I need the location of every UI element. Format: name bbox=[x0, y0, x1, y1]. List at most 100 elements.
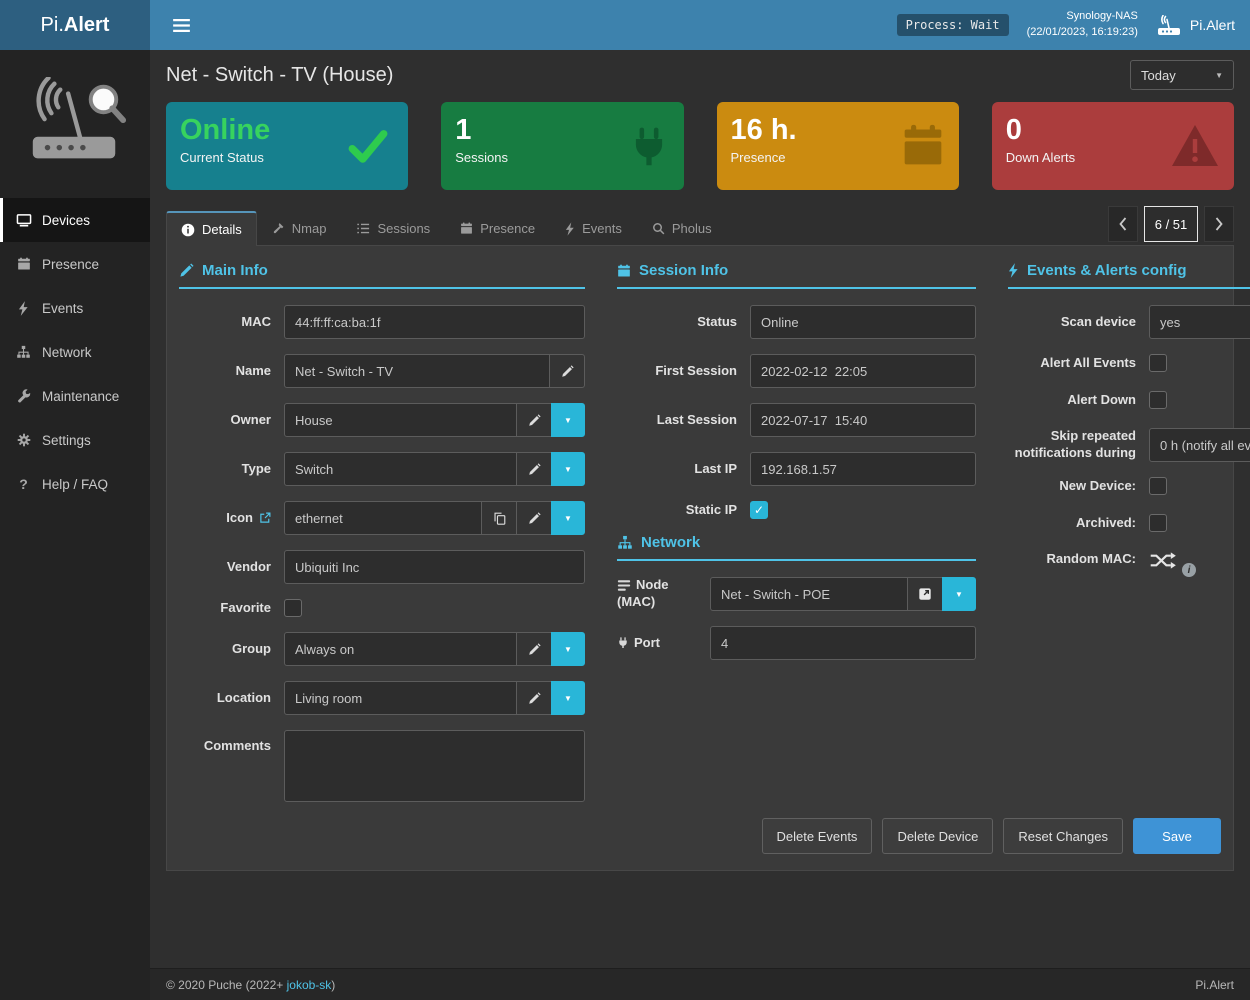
tab-label: Pholus bbox=[672, 221, 712, 236]
tab-nmap[interactable]: Nmap bbox=[257, 211, 342, 245]
save-button[interactable]: Save bbox=[1133, 818, 1221, 854]
tab-details[interactable]: Details bbox=[166, 211, 257, 246]
archived-checkbox[interactable]: ✓ bbox=[1149, 514, 1167, 532]
tab-label: Details bbox=[202, 222, 242, 237]
sidebar-toggle-button[interactable] bbox=[165, 13, 198, 38]
sidebar-item-events[interactable]: Events bbox=[0, 286, 150, 330]
field-row-archived: Archived: ✓ bbox=[1008, 514, 1250, 532]
field-row-icon: Icon bbox=[179, 501, 585, 535]
plug-icon bbox=[628, 123, 670, 169]
scan-device-select[interactable]: yes bbox=[1149, 305, 1250, 339]
field-row-alert-all: Alert All Events ✓ bbox=[1008, 354, 1250, 372]
gear-icon bbox=[15, 433, 32, 447]
node-input[interactable] bbox=[710, 577, 908, 611]
sitemap-icon bbox=[15, 345, 32, 359]
type-edit-button[interactable] bbox=[516, 452, 552, 486]
name-edit-button[interactable] bbox=[549, 354, 585, 388]
calendar-icon bbox=[15, 257, 32, 271]
tab-presence[interactable]: Presence bbox=[445, 211, 550, 245]
chevron-down-icon: ▼ bbox=[564, 465, 572, 474]
prev-device-button[interactable] bbox=[1108, 206, 1138, 242]
group-input[interactable] bbox=[284, 632, 517, 666]
static-ip-checkbox[interactable]: ✓ bbox=[750, 501, 768, 519]
reset-changes-button[interactable]: Reset Changes bbox=[1003, 818, 1123, 854]
mac-input[interactable] bbox=[284, 305, 585, 339]
sidebar-item-help[interactable]: ? Help / FAQ bbox=[0, 462, 150, 506]
card-presence[interactable]: 16 h. Presence bbox=[717, 102, 959, 190]
type-input[interactable] bbox=[284, 452, 517, 486]
last-session-input[interactable] bbox=[750, 403, 976, 437]
info-icon[interactable]: i bbox=[1182, 563, 1196, 577]
field-row-location: Location ▼ bbox=[179, 681, 585, 715]
pencil-icon bbox=[528, 512, 541, 525]
card-down-alerts[interactable]: 0 Down Alerts bbox=[992, 102, 1234, 190]
status-input[interactable] bbox=[750, 305, 976, 339]
node-dropdown-button[interactable]: ▼ bbox=[942, 577, 976, 611]
comments-textarea[interactable] bbox=[284, 730, 585, 802]
copyright-suffix: ) bbox=[331, 978, 335, 992]
host-name: Synology-NAS bbox=[1027, 9, 1138, 25]
header-app-link[interactable]: Pi.Alert bbox=[1156, 15, 1235, 36]
port-input[interactable] bbox=[710, 626, 976, 660]
icon-input[interactable] bbox=[284, 501, 482, 535]
field-row-port: Port bbox=[617, 626, 976, 660]
sidebar-item-presence[interactable]: Presence bbox=[0, 242, 150, 286]
group-edit-button[interactable] bbox=[516, 632, 552, 666]
name-input[interactable] bbox=[284, 354, 550, 388]
field-row-favorite: Favorite ✓ bbox=[179, 599, 585, 617]
first-session-input[interactable] bbox=[750, 354, 976, 388]
sidebar-item-network[interactable]: Network bbox=[0, 330, 150, 374]
location-edit-button[interactable] bbox=[516, 681, 552, 715]
card-sessions[interactable]: 1 Sessions bbox=[441, 102, 683, 190]
sidebar-item-label: Maintenance bbox=[42, 389, 119, 404]
tab-sessions[interactable]: Sessions bbox=[341, 211, 445, 245]
events-config-header: Events & Alerts config bbox=[1008, 262, 1250, 289]
tab-events[interactable]: Events bbox=[550, 211, 637, 245]
shuffle-icon[interactable] bbox=[1149, 551, 1177, 570]
last-ip-input[interactable] bbox=[750, 452, 976, 486]
location-dropdown-button[interactable]: ▼ bbox=[551, 681, 585, 715]
calendar-icon bbox=[460, 222, 473, 235]
location-input[interactable] bbox=[284, 681, 517, 715]
field-row-last-session: Last Session bbox=[617, 403, 976, 437]
icon-copy-button[interactable] bbox=[481, 501, 517, 535]
type-dropdown-button[interactable]: ▼ bbox=[551, 452, 585, 486]
icon-edit-button[interactable] bbox=[516, 501, 552, 535]
node-open-button[interactable] bbox=[907, 577, 943, 611]
vendor-input[interactable] bbox=[284, 550, 585, 584]
copyright-prefix: © 2020 Puche (2022+ bbox=[166, 978, 287, 992]
sidebar-item-maintenance[interactable]: Maintenance bbox=[0, 374, 150, 418]
chevron-down-icon: ▼ bbox=[564, 514, 572, 523]
card-current-status[interactable]: Online Current Status bbox=[166, 102, 408, 190]
author-link[interactable]: jokob-sk bbox=[287, 978, 332, 992]
question-icon: ? bbox=[15, 476, 32, 492]
devices-icon bbox=[15, 213, 32, 228]
sidebar-item-settings[interactable]: Settings bbox=[0, 418, 150, 462]
external-link-icon[interactable] bbox=[259, 512, 271, 524]
main-info-column: Main Info MAC Name bbox=[179, 262, 585, 817]
brand-logo[interactable]: Pi.Alert bbox=[0, 0, 150, 50]
network-section: Network Node (MAC) bbox=[617, 534, 976, 660]
field-row-owner: Owner ▼ bbox=[179, 403, 585, 437]
next-device-button[interactable] bbox=[1204, 206, 1234, 242]
delete-events-button[interactable]: Delete Events bbox=[762, 818, 873, 854]
owner-edit-button[interactable] bbox=[516, 403, 552, 437]
owner-input[interactable] bbox=[284, 403, 517, 437]
new-device-checkbox[interactable]: ✓ bbox=[1149, 477, 1167, 495]
chevron-left-icon bbox=[1119, 217, 1127, 231]
skip-notifications-select[interactable]: 0 h (notify all events) bbox=[1149, 428, 1250, 462]
main-info-header: Main Info bbox=[179, 262, 585, 289]
alert-all-events-checkbox[interactable]: ✓ bbox=[1149, 354, 1167, 372]
check-icon bbox=[342, 125, 394, 167]
group-dropdown-button[interactable]: ▼ bbox=[551, 632, 585, 666]
owner-dropdown-button[interactable]: ▼ bbox=[551, 403, 585, 437]
delete-device-button[interactable]: Delete Device bbox=[882, 818, 993, 854]
tab-pholus[interactable]: Pholus bbox=[637, 211, 727, 245]
favorite-checkbox[interactable]: ✓ bbox=[284, 599, 302, 617]
sidebar-item-devices[interactable]: Devices bbox=[0, 198, 150, 242]
alert-down-checkbox[interactable]: ✓ bbox=[1149, 391, 1167, 409]
icon-dropdown-button[interactable]: ▼ bbox=[551, 501, 585, 535]
period-select[interactable]: Today ▼ bbox=[1130, 60, 1234, 90]
port-label-text: Port bbox=[634, 635, 660, 650]
name-label: Name bbox=[179, 363, 271, 380]
